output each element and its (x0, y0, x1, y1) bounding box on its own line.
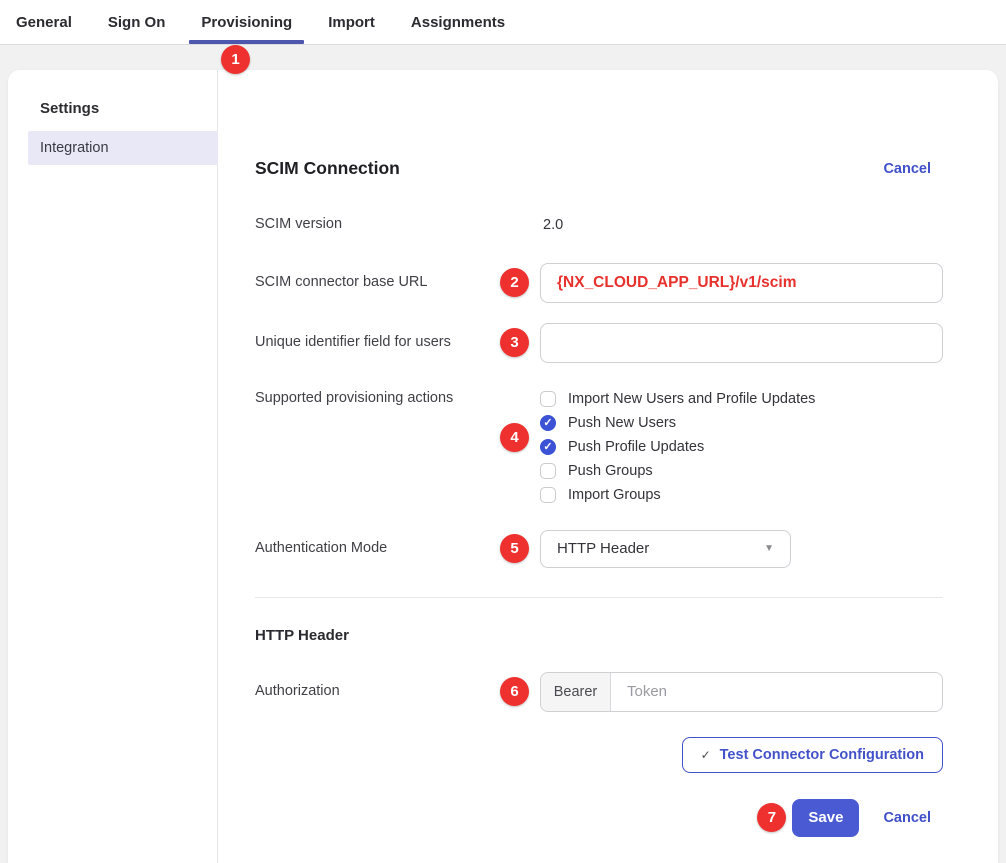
provisioning-actions-list: Import New Users and Profile Updates ✓ Pus… (540, 387, 943, 507)
base-url-label: SCIM connector base URL (255, 273, 500, 293)
step-badge-7: 7 (757, 803, 786, 832)
settings-sidebar: Settings Integration (8, 70, 218, 863)
provisioning-action-row: Import Groups (540, 483, 943, 507)
provisioning-action-label: Push Groups (568, 463, 653, 479)
bearer-prefix: Bearer (541, 673, 611, 711)
page-title: SCIM Connection (255, 158, 400, 179)
provisioning-action-label: Push New Users (568, 415, 676, 431)
tab-provisioning[interactable]: Provisioning (201, 0, 292, 44)
http-header-heading: HTTP Header (255, 627, 943, 644)
scim-version-row: SCIM version 2.0 (255, 215, 943, 235)
sidebar-item-integration[interactable]: Integration (28, 131, 218, 165)
auth-mode-label: Authentication Mode (255, 539, 500, 559)
provisioning-action-label: Import New Users and Profile Updates (568, 391, 815, 407)
tab-sign-on[interactable]: Sign On (108, 0, 166, 44)
cancel-link-top[interactable]: Cancel (883, 161, 931, 177)
tab-general[interactable]: General (16, 0, 72, 44)
checkbox-checked-icon[interactable]: ✓ (540, 415, 556, 431)
auth-mode-select[interactable]: HTTP Header ▼ (540, 530, 791, 568)
test-connector-label: Test Connector Configuration (720, 747, 924, 763)
authorization-row: Authorization 6 Bearer (255, 672, 943, 712)
provisioning-action-row: ✓ Push Profile Updates (540, 435, 943, 459)
test-connector-button[interactable]: ✓ Test Connector Configuration (682, 737, 943, 773)
base-url-input[interactable] (540, 263, 943, 303)
authorization-input-group: Bearer (540, 672, 943, 712)
auth-mode-row: Authentication Mode 5 HTTP Header ▼ (255, 530, 943, 568)
tab-import[interactable]: Import (328, 0, 375, 44)
step-badge-2: 2 (500, 268, 529, 297)
scim-connection-panel: SCIM Connection Cancel SCIM version 2.0 … (218, 70, 998, 863)
cancel-link-bottom[interactable]: Cancel (883, 810, 931, 826)
scim-version-label: SCIM version (255, 215, 500, 235)
unique-id-input[interactable] (540, 323, 943, 363)
auth-mode-selected-value: HTTP Header (557, 540, 649, 557)
provisioning-card: Settings Integration SCIM Connection Can… (8, 70, 998, 863)
unique-id-label: Unique identifier field for users (255, 333, 500, 353)
step-badge-5: 5 (500, 534, 529, 563)
scim-version-value: 2.0 (540, 217, 943, 233)
step-badge-1: 1 (221, 45, 250, 74)
sidebar-item-label: Integration (40, 140, 109, 156)
provisioning-action-label: Import Groups (568, 487, 661, 503)
provisioning-action-label: Push Profile Updates (568, 439, 704, 455)
provisioning-action-row: Push Groups (540, 459, 943, 483)
chevron-down-icon: ▼ (764, 543, 774, 554)
tab-bar: General Sign On Provisioning Import Assignme… (0, 0, 1006, 45)
step-badge-4: 4 (500, 423, 529, 452)
checkbox-unchecked-icon[interactable] (540, 463, 556, 479)
checkbox-unchecked-icon[interactable] (540, 391, 556, 407)
provisioning-actions-label: Supported provisioning actions (255, 387, 500, 409)
checkbox-checked-icon[interactable]: ✓ (540, 439, 556, 455)
save-button[interactable]: Save (792, 799, 859, 837)
token-input[interactable] (611, 673, 942, 711)
base-url-row: SCIM connector base URL 2 (255, 263, 943, 303)
checkbox-unchecked-icon[interactable] (540, 487, 556, 503)
provisioning-action-row: ✓ Push New Users (540, 411, 943, 435)
step-badge-6: 6 (500, 677, 529, 706)
provisioning-action-row: Import New Users and Profile Updates (540, 387, 943, 411)
check-icon: ✓ (701, 748, 711, 762)
provisioning-actions-row: Supported provisioning actions 4 Import … (255, 387, 943, 507)
tab-assignments[interactable]: Assignments (411, 0, 505, 44)
section-divider (255, 597, 943, 598)
unique-id-row: Unique identifier field for users 3 (255, 323, 943, 363)
authorization-label: Authorization (255, 682, 500, 702)
step-badge-3: 3 (500, 328, 529, 357)
sidebar-heading: Settings (40, 100, 217, 117)
